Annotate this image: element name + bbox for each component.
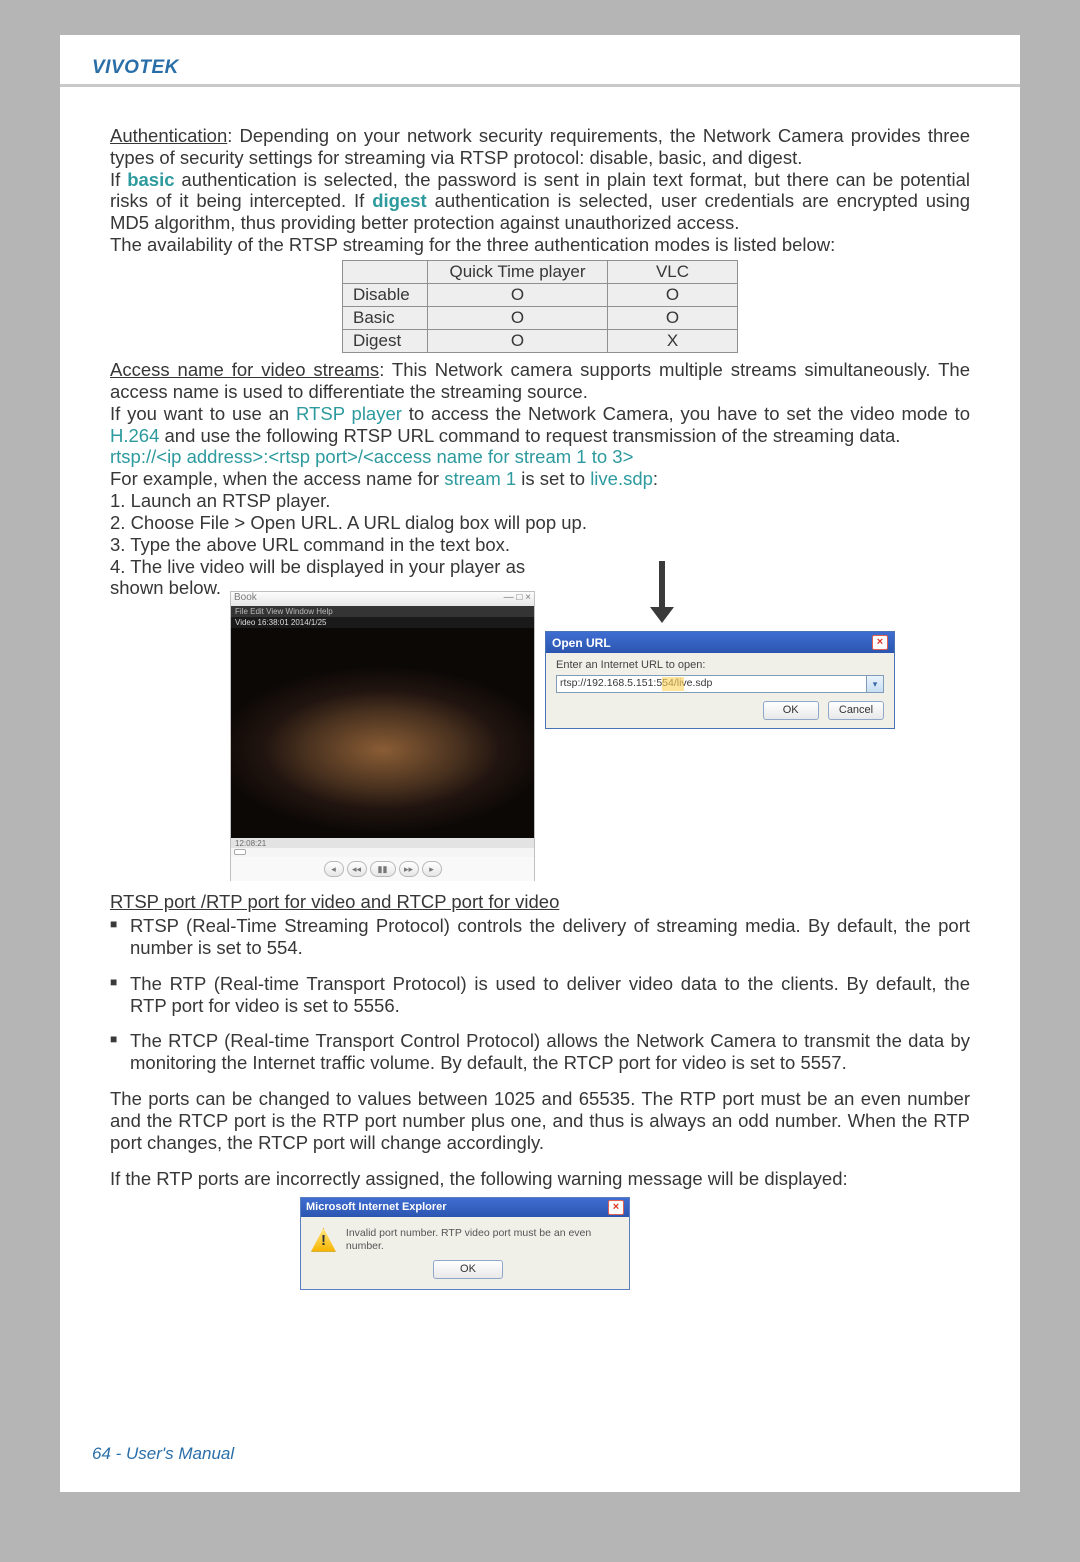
rewind-icon[interactable]: ◂◂ [347,861,367,877]
ie-warning-message: Invalid port number. RTP video port must… [346,1227,619,1252]
auth-modes-table: Quick Time player VLC Disable O O Basic … [342,260,738,353]
paragraph-availability: The availability of the RTSP streaming f… [110,234,970,256]
paragraph-port-warning-intro: If the RTP ports are incorrectly assigne… [110,1168,970,1190]
header-rule [60,84,1020,87]
player-video-area [231,628,534,838]
table-row: Basic O O [343,307,738,330]
warning-icon: ! [311,1228,336,1252]
paragraph-port-rules: The ports can be changed to values betwe… [110,1088,970,1153]
prev-icon[interactable]: ◂ [324,861,344,877]
ports-bullet-list: RTSP (Real-Time Streaming Protocol) cont… [110,915,970,1074]
paragraph-example: For example, when the access name for st… [110,468,970,490]
kw-stream1: stream 1 [444,468,516,489]
step-1: 1. Launch an RTSP player. [110,490,970,512]
list-item: RTSP (Real-Time Streaming Protocol) cont… [110,915,970,959]
cancel-button[interactable]: Cancel [828,701,884,720]
chevron-down-icon[interactable]: ▾ [866,675,884,693]
ok-button[interactable]: OK [763,701,819,720]
paragraph-access-name: Access name for video streams: This Netw… [110,359,970,403]
player-menubar: File Edit View Window Help [231,606,534,617]
open-url-input[interactable]: rtsp://192.168.5.151:554/live.sdp [556,675,866,693]
list-item: The RTP (Real-time Transport Protocol) i… [110,973,970,1017]
player-controls: ◂ ◂◂ ▮▮ ▸▸ ▸ [231,857,534,881]
paragraph-authentication: Authentication: Depending on your networ… [110,125,970,169]
kw-basic: basic [127,169,174,190]
page-footer: 64 - User's Manual [92,1444,234,1464]
ok-button[interactable]: OK [433,1260,503,1279]
ports-heading: RTSP port /RTP port for video and RTCP p… [110,891,970,913]
kw-h264: H.264 [110,425,159,446]
brand: VIVOTEK [92,57,179,78]
rtsp-player-screenshot: Book — □ × File Edit View Window Help Vi… [230,591,535,881]
open-url-label: Enter an Internet URL to open: [556,659,884,672]
step-2: 2. Choose File > Open URL. A URL dialog … [110,512,970,534]
forward-icon[interactable]: ▸▸ [399,861,419,877]
player-timestamp-overlay: Video 16:38:01 2014/1/25 [231,617,534,628]
auth-th-blank [343,260,428,283]
auth-th-vlc: VLC [608,260,738,283]
open-url-dialog: Open URL × Enter an Internet URL to open… [545,631,895,729]
close-icon[interactable]: × [872,635,888,650]
list-item: The RTCP (Real-time Transport Control Pr… [110,1030,970,1074]
table-row: Digest O X [343,330,738,353]
auth-heading: Authentication [110,125,227,146]
ie-warning-titlebar: Microsoft Internet Explorer × [301,1198,629,1217]
auth-th-qt: Quick Time player [428,260,608,283]
step-3: 3. Type the above URL command in the tex… [110,534,970,556]
arrow-down-icon [650,561,674,623]
paragraph-auth-detail: If basic authentication is selected, the… [110,169,970,234]
kw-livesdp: live.sdp [590,468,653,489]
next-icon[interactable]: ▸ [422,861,442,877]
kw-rtsp-player: RTSP player [296,403,402,424]
open-url-titlebar: Open URL × [546,632,894,653]
close-icon[interactable]: × [608,1200,624,1215]
player-seekbar[interactable] [231,848,534,857]
paragraph-rtsp-use: If you want to use an RTSP player to acc… [110,403,970,447]
player-status: 12:08:21 [231,838,534,848]
player-titlebar: Book — □ × [231,592,534,606]
window-controls-icon: — □ × [504,592,531,606]
table-row: Disable O O [343,284,738,307]
access-heading: Access name for video streams [110,359,379,380]
highlight-marker [662,677,684,691]
ie-warning-dialog: Microsoft Internet Explorer × ! Invalid … [300,1197,630,1290]
kw-digest: digest [372,190,426,211]
pause-icon[interactable]: ▮▮ [370,861,396,877]
rtsp-url-template: rtsp://<ip address>:<rtsp port>/<access … [110,446,970,468]
